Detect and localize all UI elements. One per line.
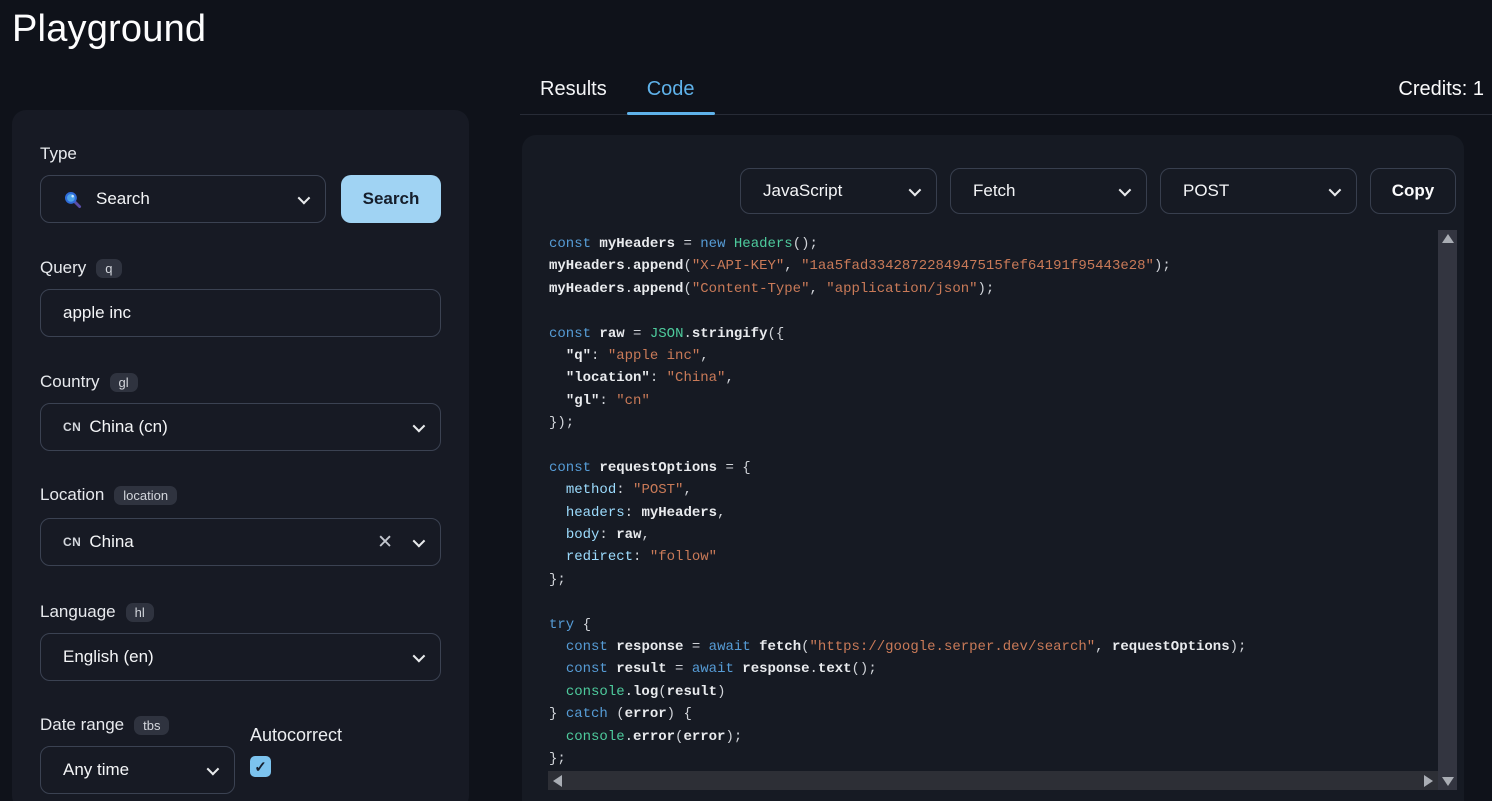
country-param-badge: gl bbox=[110, 373, 138, 392]
chevron-down-icon bbox=[413, 649, 426, 662]
autocorrect-checkbox[interactable]: ✓ bbox=[250, 756, 271, 777]
date-range-field-group: Date range tbs Any time Autocorrect ✓ bbox=[40, 713, 441, 794]
language-label: Language bbox=[40, 602, 116, 622]
location-field-group: Location location CN China ✕ bbox=[40, 483, 441, 566]
credits-counter: Credits: 1 bbox=[1398, 64, 1492, 114]
copy-button[interactable]: Copy bbox=[1370, 168, 1456, 214]
chevron-down-icon bbox=[1329, 183, 1342, 196]
scroll-up-icon[interactable] bbox=[1442, 234, 1454, 243]
type-field-group: Type Search Search bbox=[40, 142, 441, 223]
type-select-value: Search bbox=[96, 189, 150, 209]
language-dropdown-value: JavaScript bbox=[763, 181, 842, 201]
search-icon bbox=[63, 190, 82, 209]
date-range-select-value: Any time bbox=[63, 760, 129, 780]
search-button[interactable]: Search bbox=[341, 175, 441, 223]
code-block: const myHeaders = new Headers();myHeader… bbox=[549, 233, 1437, 771]
country-flag-code: CN bbox=[63, 535, 81, 549]
scroll-right-icon[interactable] bbox=[1424, 775, 1433, 787]
language-select[interactable]: English (en) bbox=[40, 633, 441, 681]
library-dropdown-value: Fetch bbox=[973, 181, 1016, 201]
country-flag-code: CN bbox=[63, 420, 81, 434]
country-select[interactable]: CN China (cn) bbox=[40, 403, 441, 451]
chevron-down-icon bbox=[413, 419, 426, 432]
location-param-badge: location bbox=[114, 486, 177, 505]
date-range-param-badge: tbs bbox=[134, 716, 169, 735]
chevron-down-icon bbox=[413, 534, 426, 547]
chevron-down-icon bbox=[1119, 183, 1132, 196]
language-param-badge: hl bbox=[126, 603, 154, 622]
date-range-select[interactable]: Any time bbox=[40, 746, 235, 794]
scroll-left-icon[interactable] bbox=[553, 775, 562, 787]
http-method-dropdown-value: POST bbox=[1183, 181, 1229, 201]
http-method-dropdown[interactable]: POST bbox=[1160, 168, 1357, 214]
library-dropdown[interactable]: Fetch bbox=[950, 168, 1147, 214]
query-field-group: Query q apple inc bbox=[40, 256, 441, 337]
query-input-value: apple inc bbox=[63, 303, 131, 323]
horizontal-scrollbar[interactable] bbox=[548, 771, 1438, 790]
results-code-tabbar: Results Code Credits: 1 bbox=[520, 64, 1492, 115]
vertical-scrollbar[interactable] bbox=[1438, 230, 1457, 790]
location-label: Location bbox=[40, 485, 104, 505]
language-field-group: Language hl English (en) bbox=[40, 600, 441, 681]
chevron-down-icon bbox=[207, 762, 220, 775]
country-field-group: Country gl CN China (cn) bbox=[40, 370, 441, 451]
page-title: Playground bbox=[12, 8, 206, 51]
autocorrect-label: Autocorrect bbox=[250, 725, 342, 746]
type-select[interactable]: Search bbox=[40, 175, 326, 223]
scroll-down-icon[interactable] bbox=[1442, 777, 1454, 786]
tab-code[interactable]: Code bbox=[627, 64, 715, 114]
location-select-value: China bbox=[89, 532, 133, 552]
chevron-down-icon bbox=[909, 183, 922, 196]
location-select[interactable]: CN China ✕ bbox=[40, 518, 441, 566]
date-range-label: Date range bbox=[40, 715, 124, 735]
country-select-value: China (cn) bbox=[89, 417, 167, 437]
country-label: Country bbox=[40, 372, 100, 392]
checkmark-icon: ✓ bbox=[254, 758, 267, 776]
language-dropdown[interactable]: JavaScript bbox=[740, 168, 937, 214]
language-select-value: English (en) bbox=[63, 647, 154, 667]
chevron-down-icon bbox=[298, 191, 311, 204]
query-input[interactable]: apple inc bbox=[40, 289, 441, 337]
tab-results[interactable]: Results bbox=[520, 64, 627, 114]
query-param-badge: q bbox=[96, 259, 121, 278]
search-form-panel: Type Search Search Query q apple inc bbox=[12, 110, 469, 801]
type-label: Type bbox=[40, 144, 77, 164]
code-panel: JavaScript Fetch POST Copy const myHeade… bbox=[522, 135, 1464, 801]
clear-location-icon[interactable]: ✕ bbox=[371, 531, 399, 554]
query-label: Query bbox=[40, 258, 86, 278]
